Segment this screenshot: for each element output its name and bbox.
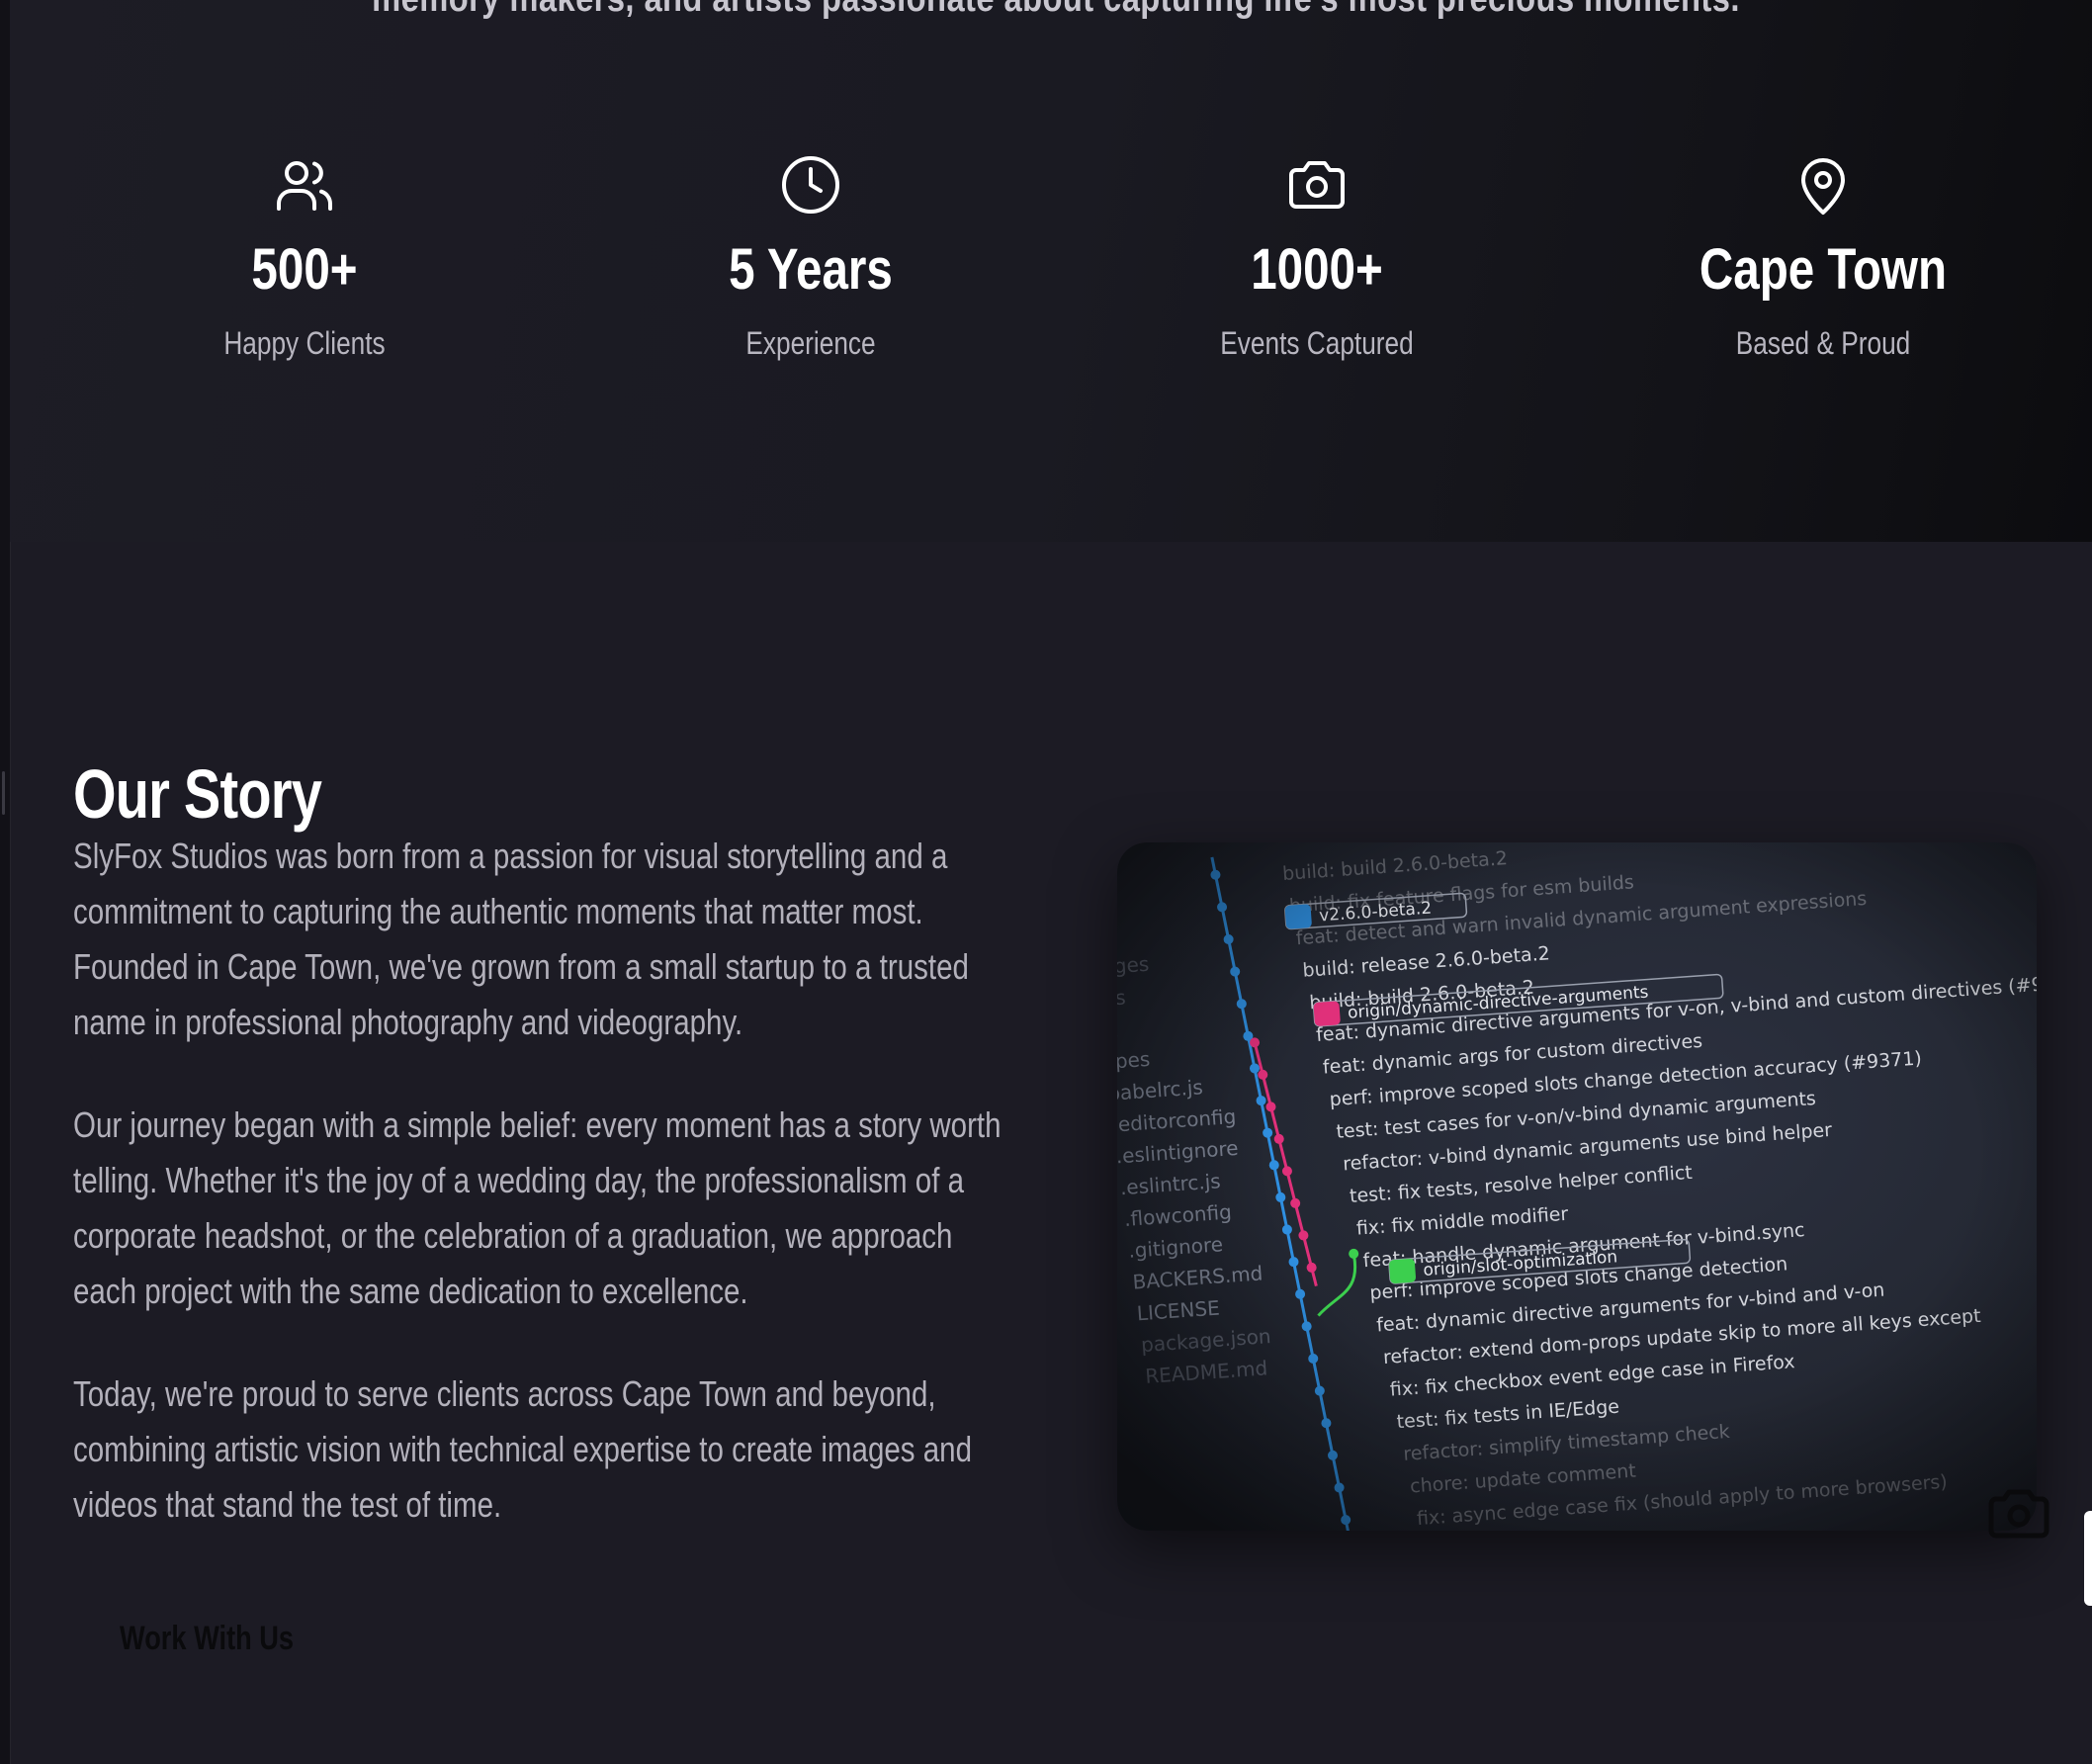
work-with-us-label: Work With Us [119, 1619, 295, 1657]
story-paragraph-3: Today, we're proud to serve clients acro… [73, 1367, 1005, 1533]
stat-experience: 5 Years Experience [603, 153, 1018, 362]
stats-section: memory makers, and artists passionate ab… [10, 0, 2092, 542]
stat-value: Cape Town [1699, 237, 1948, 302]
story-paragraph-text: Today, we're proud to serve clients acro… [73, 1373, 972, 1525]
story-title: Our Story [73, 755, 322, 834]
story-paragraph-2: Our journey began with a simple belief: … [73, 1098, 1005, 1319]
story-image: kagesptsstypesbabelrc.js.editorconfig.es… [1117, 842, 2037, 1531]
side-panel-tab[interactable] [2084, 1511, 2092, 1606]
intro-text: memory makers, and artists passionate ab… [156, 0, 1956, 21]
stat-location: Cape Town Based & Proud [1615, 153, 2031, 362]
work-with-us-button[interactable]: Work With Us [73, 1602, 340, 1675]
users-icon [277, 161, 332, 211]
git-history-photo: kagesptsstypesbabelrc.js.editorconfig.es… [1117, 842, 2037, 1531]
camera-badge-icon [1988, 1489, 2049, 1539]
story-paragraph-1: SlyFox Studios was born from a passion f… [73, 829, 1005, 1050]
stat-label: Events Captured [1220, 325, 1414, 361]
stat-value: 1000+ [1251, 237, 1383, 302]
story-paragraph-text: Our journey began with a simple belief: … [73, 1104, 1002, 1311]
stat-value: 5 Years [729, 237, 893, 302]
stat-label: Based & Proud [1735, 325, 1911, 361]
map-pin-icon [1801, 158, 1845, 215]
stat-label: Happy Clients [223, 325, 386, 361]
page: memory makers, and artists passionate ab… [0, 0, 2092, 1764]
resize-handle[interactable] [2, 771, 5, 815]
stat-label: Experience [745, 325, 876, 361]
stat-value: 500+ [251, 237, 358, 302]
stat-events-captured: 1000+ Events Captured [1109, 153, 1525, 362]
camera-icon [1289, 161, 1345, 209]
story-paragraph-text: SlyFox Studios was born from a passion f… [73, 836, 969, 1042]
photo-vignette [1117, 842, 2037, 1531]
clock-icon [782, 156, 839, 214]
stat-happy-clients: 500+ Happy Clients [97, 153, 512, 362]
